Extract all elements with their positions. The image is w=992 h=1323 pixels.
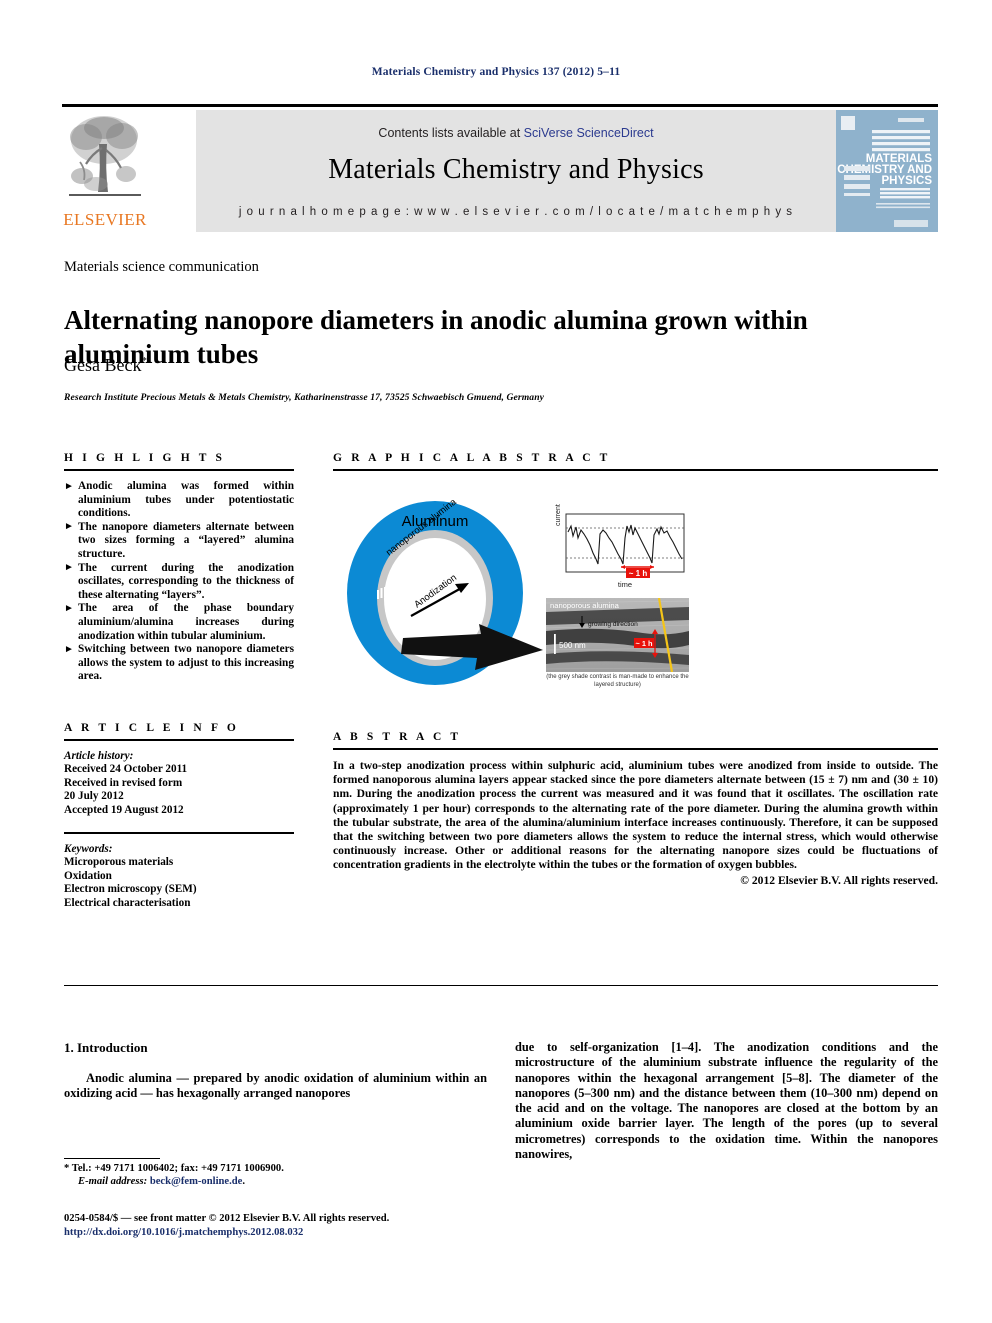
history-line: 20 July 2012 — [64, 790, 124, 803]
footnote-contact-line: * Tel.: +49 7171 1006402; fax: +49 7171 … — [64, 1162, 487, 1175]
footnote-contact: Tel.: +49 7171 1006402; fax: +49 7171 10… — [71, 1163, 284, 1174]
email-address-label: E-mail address: — [78, 1176, 148, 1188]
journal-homepage-line[interactable]: j o u r n a l h o m e p a g e : w w w . … — [196, 206, 836, 218]
imprint-block: 0254-0584/$ — see front matter © 2012 El… — [64, 1212, 534, 1239]
highlight-text: Switching between two nanopore diameters… — [78, 643, 294, 683]
elsevier-tree-icon — [69, 116, 141, 196]
history-line: Received in revised form — [64, 776, 183, 789]
svg-text:PHYSICS: PHYSICS — [882, 175, 933, 187]
author-affiliation: Research Institute Precious Metals & Met… — [64, 392, 544, 403]
abstract-rule — [333, 748, 938, 750]
highlight-text: The current during the anodization oscil… — [78, 561, 294, 601]
history-line: Received 24 October 2011 — [64, 763, 188, 776]
sem-caption-note: (the grey shade contrast is man-made to … — [546, 674, 689, 688]
introduction-paragraph-left: Anodic alumina — prepared by anodic oxid… — [64, 1071, 487, 1101]
article-history-label: Article history: — [64, 749, 134, 762]
footnote-rule — [64, 1158, 160, 1159]
current-vs-time-chart: ~ 1 h current time — [555, 504, 686, 589]
author-name: Gesa Beck* — [64, 355, 147, 376]
sem-micrograph: nanoporous alumina growing direction 500… — [546, 598, 689, 672]
left-column: H I G H L I G H T S ► Anodic alumina was … — [64, 452, 294, 910]
elsevier-wordmark: ELSEVIER — [63, 210, 147, 229]
highlights-rule — [64, 469, 294, 471]
tube-cross-section-diagram: Aluminum nanoporous alumina Anodization — [343, 496, 543, 688]
sem-growth-label-text: growing direction — [588, 621, 638, 628]
history-line: Accepted 19 August 2012 — [64, 803, 184, 816]
doi-link[interactable]: http://dx.doi.org/10.1016/j.matchemphys.… — [64, 1226, 534, 1240]
email-trailing-period: . — [242, 1176, 246, 1188]
abstract-text: In a two-step anodization process within… — [333, 759, 938, 872]
graphical-abstract-heading: G R A P H I C A L A B S T R A C T — [333, 452, 611, 464]
aluminium-tube-ring-icon: Aluminum nanoporous alumina Anodization — [347, 496, 543, 685]
highlights-heading: H I G H L I G H T S — [64, 452, 226, 464]
list-item: ► The nanopore diameters alternate betwee… — [64, 521, 294, 562]
keyword-item: Electron microscopy (SEM) — [64, 883, 197, 896]
bullet-icon: ► — [64, 521, 74, 533]
highlight-text: Anodic alumina was formed within alumini… — [78, 480, 294, 520]
body-separator-rule — [64, 985, 938, 986]
contents-available-line: Contents lists available at SciVerse Sci… — [196, 126, 836, 140]
abstract-heading: A B S T R A C T — [333, 731, 462, 743]
graphical-abstract-right-panel: ~ 1 h current time nanoporous alumina gr… — [546, 504, 691, 697]
journal-cover-art: MATERIALS CHEMISTRY AND PHYSICS — [836, 110, 938, 232]
issn-frontmatter-line: 0254-0584/$ — see front matter © 2012 El… — [64, 1213, 390, 1224]
bullet-icon: ► — [64, 602, 74, 614]
keyword-item: Oxidation — [64, 869, 112, 882]
article-title: Alternating nanopore diameters in anodic… — [64, 305, 808, 370]
graphical-abstract-figure: Aluminum nanoporous alumina Anodization — [333, 480, 938, 705]
sem-top-label-text: nanoporous alumina — [550, 601, 620, 610]
chart-ylabel: current — [555, 504, 562, 526]
sem-scalebar-text: 500 nm — [559, 641, 586, 650]
bullet-icon: ► — [64, 562, 74, 574]
corresponding-author-footnote: * Tel.: +49 7171 1006402; fax: +49 7171 … — [64, 1162, 487, 1189]
body-column-right: due to self-organization [1–4]. The anod… — [515, 1040, 938, 1162]
bullet-icon: ► — [64, 480, 74, 492]
bullet-icon: ► — [64, 643, 74, 655]
keyword-item: Electrical characterisation — [64, 896, 191, 909]
introduction-heading: 1. Introduction — [64, 1040, 148, 1055]
introduction-right-text: due to self-organization [1–4]. The anod… — [515, 1040, 938, 1162]
sciencedirect-link[interactable]: SciVerse ScienceDirect — [524, 126, 654, 140]
elsevier-logo: ELSEVIER — [62, 110, 148, 232]
journal-masthead: ELSEVIER Contents lists available at Sci… — [62, 104, 938, 232]
keywords-block: Keywords: Microporous materials Oxidatio… — [64, 843, 294, 910]
body-column-left: 1. Introduction Anodic alumina — prepare… — [64, 1040, 487, 1102]
keyword-item: Microporous materials — [64, 856, 174, 869]
contents-prefix: Contents lists available at — [378, 126, 524, 140]
highlight-text: The nanopore diameters alternate between… — [78, 520, 294, 560]
running-head: Materials Chemistry and Physics 137 (201… — [371, 66, 621, 78]
masthead-grey-band: Contents lists available at SciVerse Sci… — [196, 110, 836, 232]
current-oscillation-plot: ~ 1 h — [565, 513, 685, 578]
list-item: ► Anodic alumina was formed within alumin… — [64, 480, 294, 521]
keywords-label: Keywords: — [64, 842, 113, 855]
chart-xlabel: time — [617, 580, 633, 589]
article-info-heading: A R T I C L E I N F O — [64, 721, 239, 734]
footnote-email-line: E-mail address: beck@fem-online.de. — [64, 1175, 487, 1188]
article-history-block: Article history: Received 24 October 201… — [64, 750, 294, 817]
abstract-copyright: © 2012 Elsevier B.V. All rights reserved… — [740, 873, 938, 887]
journal-cover-thumbnail: MATERIALS CHEMISTRY AND PHYSICS — [836, 110, 938, 232]
introduction-paragraph-right: due to self-organization [1–4]. The anod… — [515, 1040, 938, 1162]
email-address-link[interactable]: beck@fem-online.de — [150, 1176, 243, 1187]
list-item: ► The area of the phase boundary aluminiu… — [64, 602, 294, 643]
keywords-rule — [64, 831, 294, 834]
highlights-list: ► Anodic alumina was formed within alumin… — [64, 480, 294, 684]
footnote-marker: * — [64, 1163, 70, 1174]
chart-annotation-text: ~ 1 h — [629, 569, 648, 578]
highlight-text: The area of the phase boundary aluminium… — [78, 602, 294, 642]
article-info-rule — [64, 738, 294, 741]
list-item: ► The current during the anodization osci… — [64, 562, 294, 603]
graphical-abstract-rule — [333, 469, 938, 471]
sem-annotation-text: ~ 1 h — [635, 639, 653, 648]
author-label: Gesa Beck — [64, 355, 142, 375]
article-section-type: Materials science communication — [64, 259, 259, 275]
paper-page: Materials Chemistry and Physics 137 (201… — [0, 0, 992, 1323]
list-item: ► Switching between two nanopore diameter… — [64, 643, 294, 684]
right-column: G R A P H I C A L A B S T R A C T Alumin… — [333, 452, 938, 887]
sem-layered-alumina-image: nanoporous alumina growing direction 500… — [546, 598, 689, 672]
corresponding-author-marker: * — [141, 355, 147, 367]
masthead-top-rule — [62, 104, 938, 107]
journal-title: Materials Chemistry and Physics — [328, 154, 704, 185]
